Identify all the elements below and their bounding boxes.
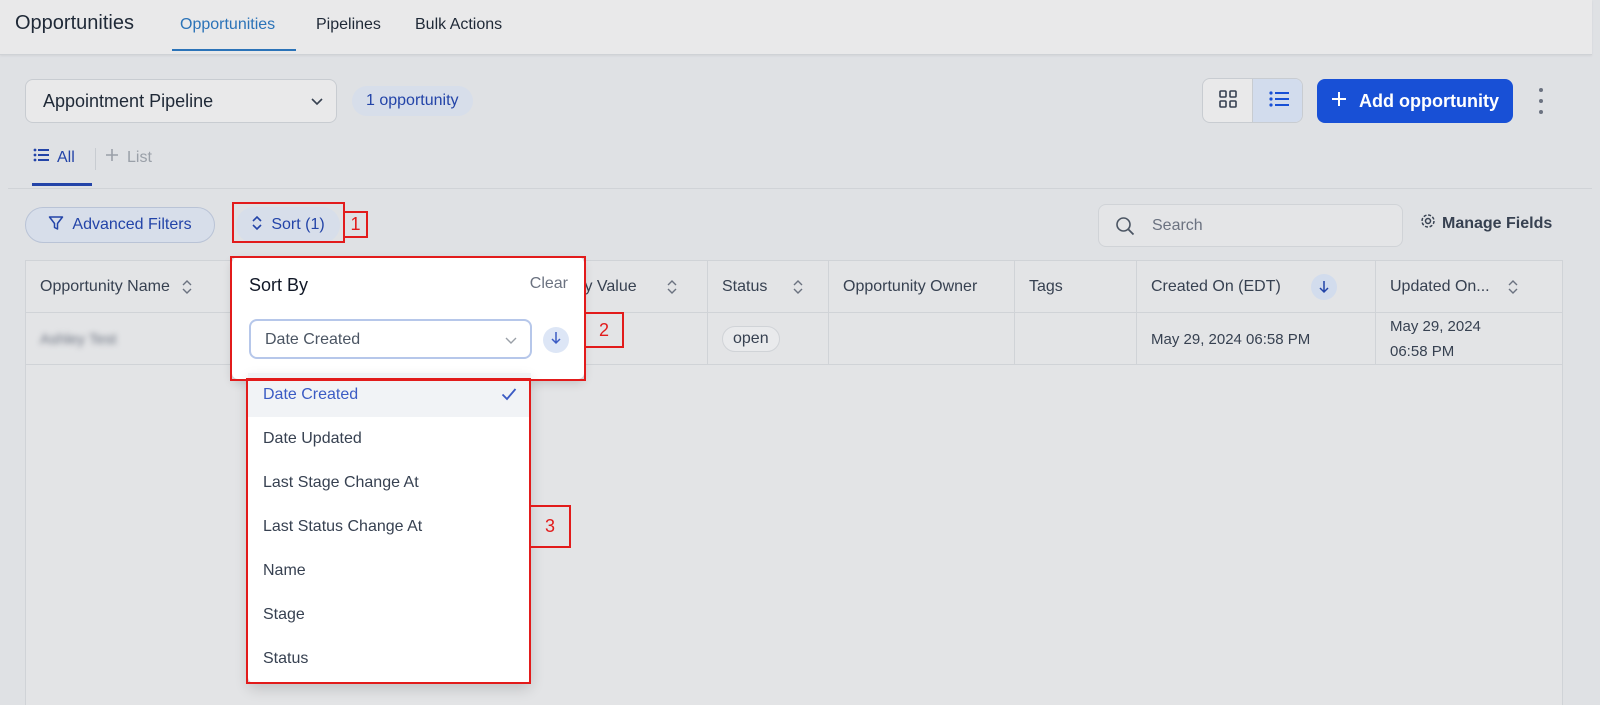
add-list-label: List — [127, 148, 152, 166]
plus-icon — [1331, 91, 1347, 112]
column-header-opportunity-owner[interactable]: Opportunity Owner — [828, 261, 1014, 313]
chevron-down-icon — [310, 94, 324, 113]
sort-icon — [182, 280, 192, 294]
column-header-updated-on[interactable]: Updated On... — [1375, 261, 1564, 313]
column-header-created-on[interactable]: Created On (EDT) — [1136, 261, 1375, 313]
sort-descending-icon[interactable] — [1310, 274, 1337, 300]
list-tab-all-label: All — [57, 148, 75, 166]
annotation-label-1: 1 — [343, 211, 368, 238]
plus-icon — [105, 148, 119, 167]
pipeline-select-value: Appointment Pipeline — [43, 91, 214, 111]
column-header-tags[interactable]: Tags — [1014, 261, 1136, 313]
manage-fields-button[interactable]: Manage Fields — [1420, 213, 1552, 234]
cell-opportunity-name[interactable]: Ashley Test — [26, 313, 231, 365]
cell-created-on: May 29, 2024 06:58 PM — [1136, 313, 1375, 365]
status-badge: open — [722, 326, 780, 352]
sort-icon — [667, 280, 677, 294]
grid-icon — [1218, 89, 1238, 114]
annotation-label-2: 2 — [584, 312, 624, 348]
manage-fields-label: Manage Fields — [1442, 214, 1553, 232]
tab-pipelines[interactable]: Pipelines — [316, 16, 381, 34]
column-header-opportunity-name[interactable]: Opportunity Name — [26, 261, 231, 313]
search-input[interactable]: Search — [1098, 204, 1403, 247]
annotation-label-3: 3 — [529, 505, 571, 548]
view-toggle — [1202, 78, 1303, 123]
grid-view-button[interactable] — [1203, 79, 1253, 122]
list-tab-all[interactable]: All — [33, 148, 75, 167]
search-placeholder: Search — [1152, 217, 1203, 234]
column-header-status[interactable]: Status — [707, 261, 828, 313]
tab-divider — [95, 148, 96, 170]
annotation-box-1 — [232, 202, 345, 243]
add-opportunity-label: Add opportunity — [1359, 90, 1499, 111]
sort-icon — [1508, 280, 1518, 294]
cell-owner — [828, 313, 1014, 365]
cell-status: open — [707, 313, 828, 365]
divider — [8, 188, 1592, 189]
more-options-icon[interactable] — [1536, 88, 1546, 114]
advanced-filters-button[interactable]: Advanced Filters — [25, 207, 215, 243]
add-opportunity-button[interactable]: Add opportunity — [1317, 79, 1513, 123]
filter-icon — [48, 215, 64, 236]
opportunity-count-badge: 1 opportunity — [352, 86, 473, 116]
advanced-filters-label: Advanced Filters — [72, 216, 192, 233]
cell-tags — [1014, 313, 1136, 365]
sort-icon — [793, 280, 803, 294]
annotation-box-2 — [230, 256, 586, 381]
list-view-button[interactable] — [1253, 79, 1302, 122]
annotation-box-3 — [246, 378, 531, 684]
pipeline-select[interactable]: Appointment Pipeline — [25, 79, 337, 123]
active-tab-indicator — [172, 49, 296, 51]
gear-icon — [1420, 213, 1436, 234]
list-icon — [1268, 90, 1290, 113]
page-title: Opportunities — [15, 12, 134, 34]
add-list-button[interactable]: List — [105, 148, 152, 167]
top-nav-bar: Opportunities Opportunities Pipelines Bu… — [0, 0, 1592, 55]
tab-bulk-actions[interactable]: Bulk Actions — [415, 16, 502, 34]
list-icon — [33, 148, 49, 167]
tab-opportunities[interactable]: Opportunities — [180, 16, 275, 34]
cell-updated-on: May 29, 2024 06:58 PM — [1375, 313, 1564, 365]
list-tab-indicator — [32, 183, 92, 186]
search-icon — [1115, 216, 1135, 241]
